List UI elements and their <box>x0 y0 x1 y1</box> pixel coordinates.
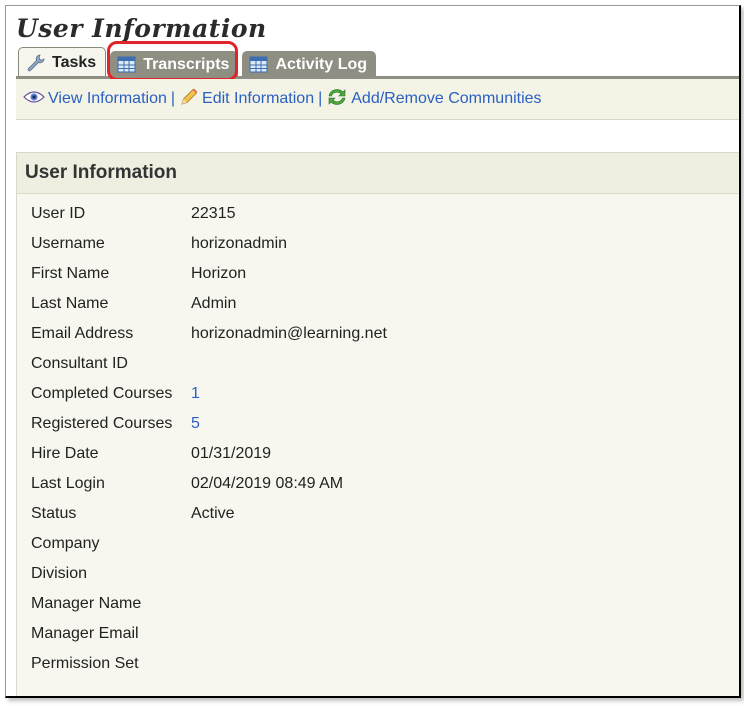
field-label: Last Login <box>31 475 105 492</box>
field-row: First Name Horizon <box>31 265 739 295</box>
field-row: Registered Courses 5 <box>31 415 739 445</box>
edit-information-link[interactable]: Edit Information <box>202 90 314 108</box>
field-label: Manager Name <box>31 595 142 612</box>
tab-transcripts[interactable]: Transcripts <box>110 51 239 78</box>
field-label: Username <box>31 235 105 252</box>
view-information-link[interactable]: View Information <box>48 90 167 108</box>
separator: | <box>170 90 176 107</box>
table-icon <box>249 56 269 74</box>
field-value: Active <box>191 505 235 522</box>
tab-bar: Tasks Transcripts Activity Log <box>18 47 377 78</box>
refresh-icon <box>326 87 348 112</box>
field-list: User ID 22315 Username horizonadmin First Na… <box>31 205 739 685</box>
window-frame: User Information Tasks Transcripts Activ… <box>5 5 741 698</box>
wrench-icon <box>26 54 46 72</box>
field-row: Division <box>31 565 739 595</box>
field-label: Hire Date <box>31 445 99 462</box>
field-row: Manager Email <box>31 625 739 655</box>
field-value: horizonadmin@learning.net <box>191 325 387 342</box>
panel-title: User Information <box>17 153 739 194</box>
eye-icon <box>23 90 45 109</box>
field-value: Admin <box>191 295 237 312</box>
field-row: Completed Courses 1 <box>31 385 739 415</box>
field-row: Manager Name <box>31 595 739 625</box>
field-row: Email Address horizonadmin@learning.net <box>31 325 739 355</box>
field-row: Company <box>31 535 739 565</box>
field-row: Status Active <box>31 505 739 535</box>
field-value: 01/31/2019 <box>191 445 272 462</box>
field-value-link[interactable]: 5 <box>191 415 739 433</box>
field-label: Status <box>31 505 77 522</box>
field-value: 22315 <box>191 205 236 222</box>
field-row: Hire Date 01/31/2019 <box>31 445 739 475</box>
field-label: Email Address <box>31 325 134 342</box>
table-icon <box>117 56 137 74</box>
field-label: Registered Courses <box>31 415 173 432</box>
tab-tasks[interactable]: Tasks <box>18 47 107 78</box>
field-row: Consultant ID <box>31 355 739 385</box>
field-label: Permission Set <box>31 655 139 672</box>
field-label: Manager Email <box>31 625 139 642</box>
field-label: Completed Courses <box>31 385 173 402</box>
field-row: Last Name Admin <box>31 295 739 325</box>
action-bar: View Information | Edit Information | Ad… <box>16 79 739 120</box>
field-value: 02/04/2019 08:49 AM <box>191 475 344 492</box>
field-row: Permission Set <box>31 655 739 685</box>
field-row: Last Login 02/04/2019 08:49 AM <box>31 475 739 505</box>
field-label: User ID <box>31 205 86 222</box>
pencil-icon <box>179 87 199 112</box>
field-label: Last Name <box>31 295 109 312</box>
tab-activity-log[interactable]: Activity Log <box>242 51 377 78</box>
add-remove-communities-link[interactable]: Add/Remove Communities <box>351 90 541 108</box>
page-title: User Information <box>16 14 267 43</box>
separator: | <box>318 90 323 107</box>
field-label: Company <box>31 535 100 552</box>
field-label: Consultant ID <box>31 355 128 372</box>
tab-label: Transcripts <box>143 55 230 73</box>
field-label: First Name <box>31 265 110 282</box>
tab-label: Activity Log <box>275 55 368 73</box>
tab-label: Tasks <box>52 54 97 71</box>
field-label: Division <box>31 565 88 582</box>
field-row: User ID 22315 <box>31 205 739 235</box>
field-value: horizonadmin <box>191 235 288 252</box>
field-value: Horizon <box>191 265 247 282</box>
field-row: Username horizonadmin <box>31 235 739 265</box>
user-information-panel: User Information User ID 22315 Username hor… <box>16 152 739 696</box>
field-value-link[interactable]: 1 <box>191 385 739 403</box>
